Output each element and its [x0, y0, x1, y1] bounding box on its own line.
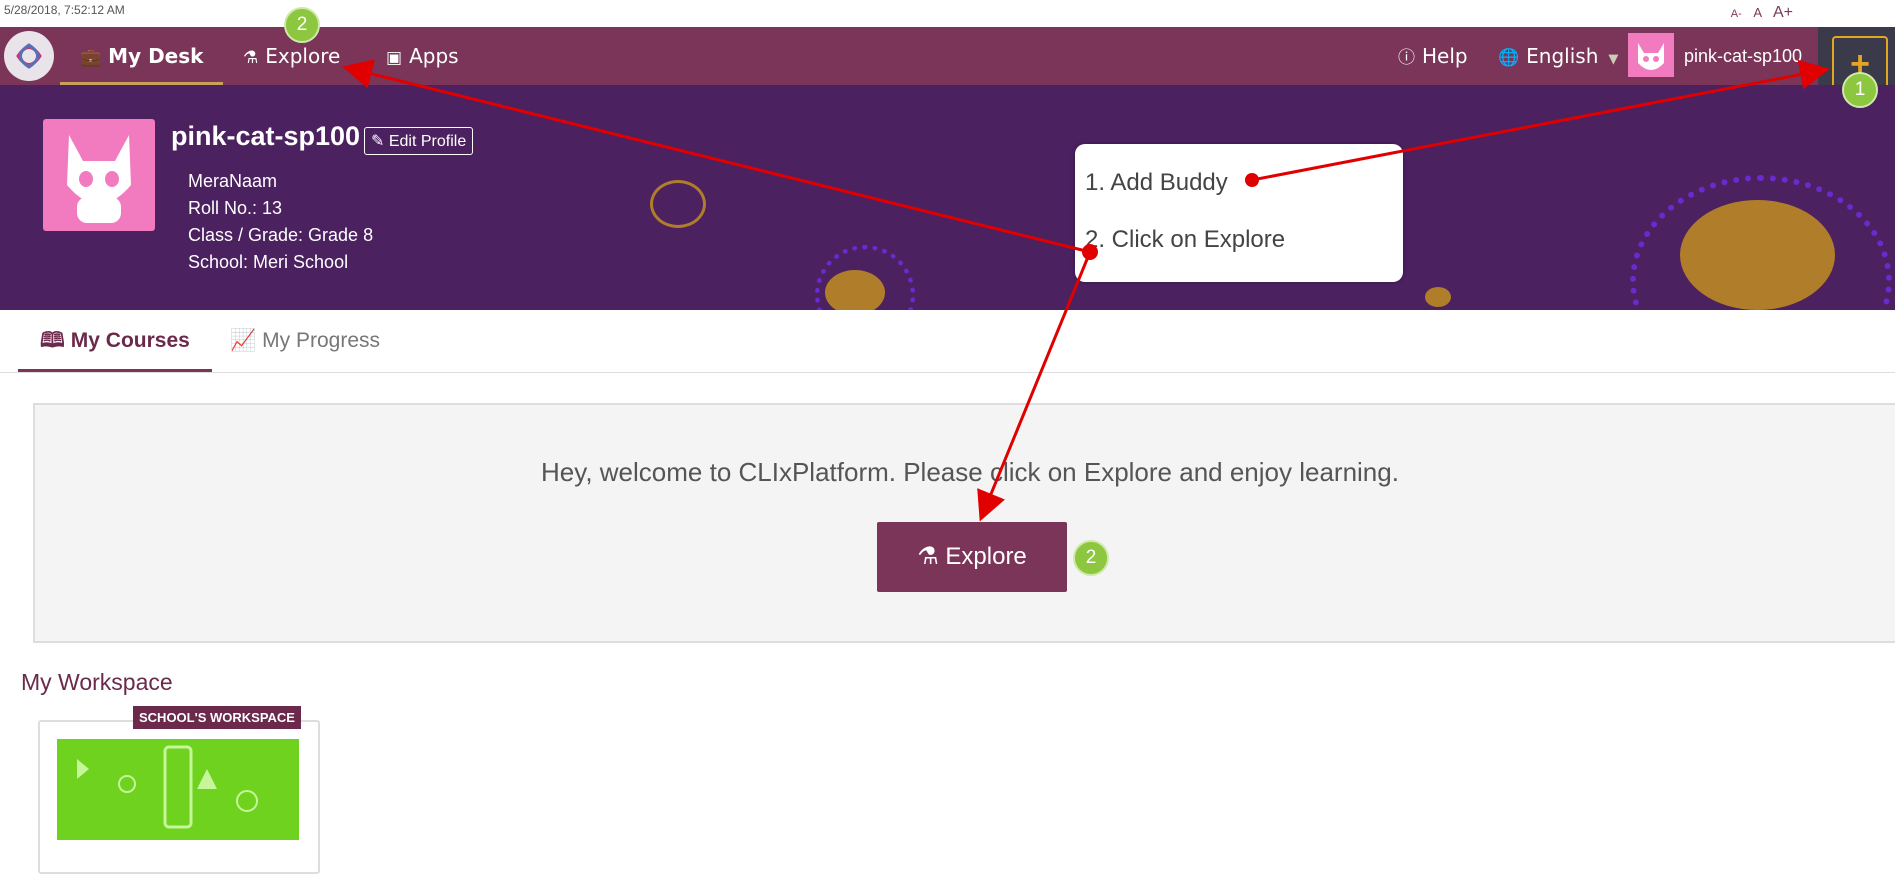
timestamp: 5/28/2018, 7:52:12 AM: [4, 3, 125, 17]
annotation-badge-explore-nav: 2: [284, 7, 320, 43]
book-icon: 🕮: [40, 329, 65, 352]
workspace-thumbnail: [57, 739, 299, 840]
welcome-panel: Hey, welcome to CLIxPlatform. Please cli…: [33, 403, 1895, 643]
binoculars-icon: ⚗: [243, 48, 259, 68]
profile-full-name: MeraNaam: [188, 171, 278, 191]
workspace-card[interactable]: SCHOOL'S WORKSPACE: [38, 706, 320, 874]
workspace-title: My Workspace: [21, 669, 173, 695]
profile-header: pink-cat-sp100 ✎ Edit Profile MeraNaam R…: [0, 85, 1895, 310]
annotation-badge-add: 1: [1842, 72, 1878, 108]
clix-logo[interactable]: [4, 31, 54, 81]
nav-my-desk[interactable]: 💼 My Desk: [60, 27, 224, 85]
info-icon: ⓘ: [1398, 48, 1415, 68]
profile-name: pink-cat-sp100: [171, 121, 361, 151]
decorative-bug-2: [1425, 287, 1451, 307]
tab-my-courses[interactable]: 🕮 My Courses: [18, 310, 212, 372]
workspace-pattern-icon: [77, 745, 258, 829]
user-avatar[interactable]: [1628, 33, 1674, 77]
decorative-flower-center: [1680, 200, 1835, 310]
top-navbar: 💼 My Desk ⚗ Explore ▣ Apps ⓘ Help 🌐 English ▼ …: [0, 27, 1895, 112]
briefcase-icon: 💼: [80, 48, 102, 68]
pencil-icon: ✎: [371, 133, 385, 150]
decrease-font-button[interactable]: A-: [1731, 8, 1742, 20]
instruction-callout: 1. Add Buddy 2. Click on Explore: [1075, 144, 1403, 282]
apps-icon: ▣: [386, 48, 403, 68]
edit-profile-button[interactable]: ✎ Edit Profile: [364, 127, 474, 155]
profile-school: School: Meri School: [188, 252, 349, 272]
caret-down-icon: ▼: [1608, 52, 1619, 67]
annotation-badge-explore-btn: 2: [1073, 540, 1109, 576]
desk-tabs: 🕮 My Courses 📈 My Progress: [0, 310, 1895, 373]
user-menu[interactable]: pink-cat-sp100: [1684, 27, 1802, 85]
cat-avatar-icon: [1638, 43, 1664, 70]
decorative-flower-small-center: [825, 270, 885, 310]
binoculars-icon: ⚗: [917, 543, 939, 570]
callout-step-1: 1. Add Buddy: [1085, 169, 1228, 196]
normal-font-button[interactable]: A: [1753, 5, 1761, 20]
profile-avatar: [43, 119, 155, 231]
callout-step-2: 2. Click on Explore: [1085, 226, 1286, 253]
profile-class-grade: Class / Grade: Grade 8: [188, 225, 374, 245]
explore-button[interactable]: ⚗ Explore: [877, 522, 1067, 592]
font-size-controls: A- A A+: [1723, 4, 1793, 22]
workspace-badge: SCHOOL'S WORKSPACE: [133, 706, 301, 729]
logo-icon: [7, 34, 51, 78]
welcome-message: Hey, welcome to CLIxPlatform. Please cli…: [541, 457, 1399, 487]
nav-help[interactable]: ⓘ Help: [1398, 27, 1468, 85]
tab-my-progress[interactable]: 📈 My Progress: [230, 310, 380, 370]
decorative-bug: [650, 180, 706, 228]
profile-roll-no: Roll No.: 13: [188, 198, 283, 218]
nav-apps[interactable]: ▣ Apps: [386, 27, 459, 85]
increase-font-button[interactable]: A+: [1773, 4, 1793, 21]
language-dropdown[interactable]: 🌐 English ▼: [1498, 27, 1618, 85]
globe-icon: 🌐: [1498, 48, 1520, 68]
chart-line-icon: 📈: [230, 329, 257, 352]
cat-profile-icon: [67, 135, 131, 223]
